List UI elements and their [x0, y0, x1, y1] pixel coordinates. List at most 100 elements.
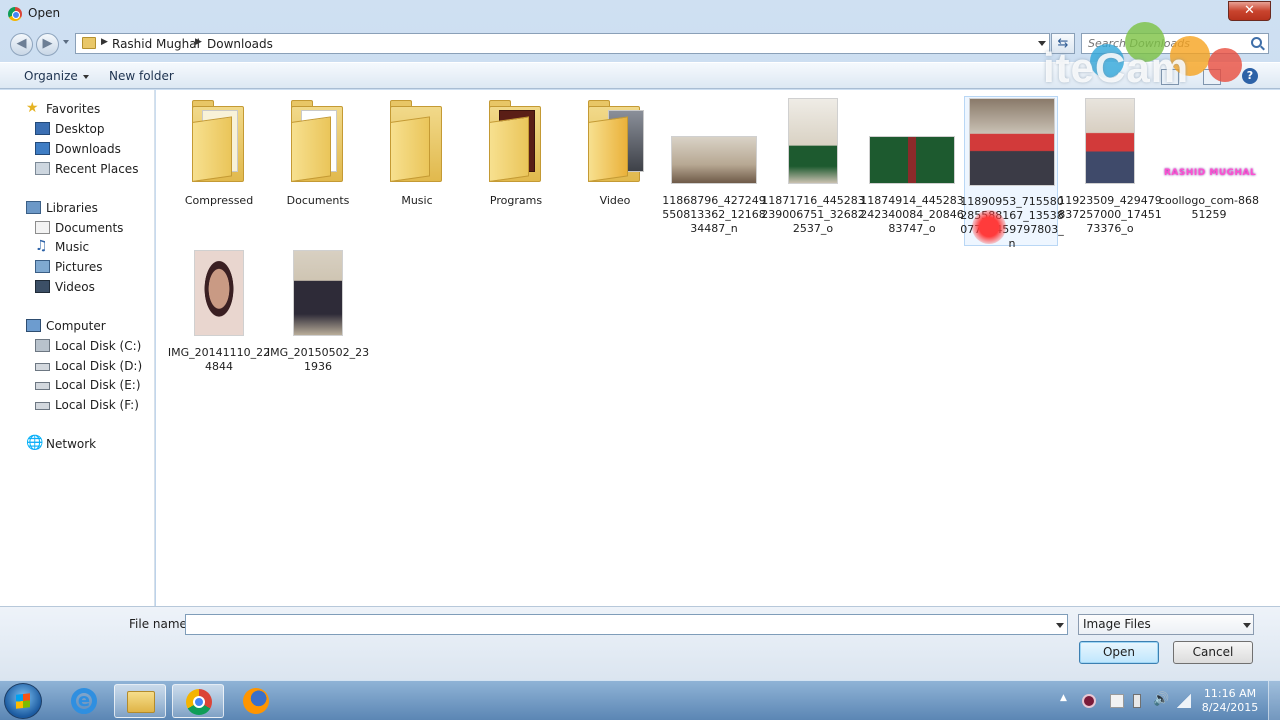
signal-icon[interactable] — [1177, 694, 1191, 708]
recent-locations-dropdown[interactable] — [63, 40, 69, 44]
file-name: Video — [599, 194, 631, 207]
file-item[interactable]: IMG_20150502_231936 — [267, 248, 369, 378]
star-icon: ★ — [26, 100, 39, 116]
nav-label: Downloads — [55, 142, 121, 156]
nav-local-disk-c[interactable]: Local Disk (C:) — [35, 337, 153, 355]
file-item[interactable]: IMG_20141110_224844 — [168, 248, 270, 378]
volume-icon[interactable]: 🔊 — [1153, 692, 1169, 707]
nav-local-disk-d[interactable]: Local Disk (D:) — [35, 357, 153, 375]
file-item[interactable]: 11871716_445283239006751_326822537_o — [761, 96, 865, 235]
nav-downloads[interactable]: Downloads — [35, 140, 153, 158]
nav-pictures[interactable]: Pictures — [35, 258, 153, 276]
drive-icon — [35, 339, 50, 352]
nav-label: Videos — [55, 280, 95, 294]
file-name: Documents — [286, 194, 350, 207]
taskbar-internet-explorer[interactable]: e — [58, 684, 110, 718]
organize-button[interactable]: Organize — [24, 69, 89, 83]
clock-date: 8/24/2015 — [1201, 701, 1259, 714]
action-center-icon[interactable] — [1110, 694, 1124, 708]
title-bar[interactable]: Open ✕ — [0, 0, 1280, 28]
network-icon: 🌐 — [26, 435, 44, 451]
image-thumbnail — [667, 96, 761, 186]
itecam-tray-icon[interactable] — [1082, 694, 1096, 708]
logo-thumbnail: RASHID MUGHAL — [1164, 168, 1257, 178]
file-item[interactable]: Video — [568, 96, 662, 226]
file-item[interactable]: Music — [370, 96, 464, 226]
file-item[interactable]: 11868796_427249550813362_1216834487_n — [662, 96, 766, 235]
nav-desktop[interactable]: Desktop — [35, 120, 153, 138]
breadcrumb-downloads[interactable]: Downloads — [207, 37, 273, 51]
breadcrumb-rashid-mughal[interactable]: Rashid Mughal — [112, 37, 200, 51]
photo-thumbnail — [788, 98, 838, 184]
recent-places-icon — [35, 162, 50, 175]
libraries-icon — [26, 201, 41, 214]
window-title: Open — [28, 6, 61, 20]
photo-thumbnail — [671, 136, 757, 184]
downloads-icon — [35, 142, 50, 155]
file-item[interactable]: Documents — [271, 96, 365, 226]
drive-icon — [35, 402, 50, 410]
folder-icon — [82, 37, 96, 49]
nav-label: Local Disk (C:) — [55, 339, 142, 353]
chevron-right-icon[interactable]: ▶ — [101, 37, 108, 47]
chevron-down-icon — [82, 74, 89, 79]
nav-computer[interactable]: Computer — [26, 317, 154, 335]
nav-videos[interactable]: Videos — [35, 278, 153, 296]
show-desktop-button[interactable] — [1268, 681, 1280, 720]
watermark-text: iteCam — [1043, 44, 1190, 91]
search-icon[interactable] — [1251, 37, 1262, 48]
nav-documents[interactable]: Documents — [35, 219, 153, 237]
show-hidden-icons[interactable]: ▲ — [1060, 693, 1074, 707]
folder-front — [489, 116, 529, 182]
start-button[interactable] — [4, 683, 42, 719]
file-item[interactable]: 11923509_429479837257000_1745173376_o — [1058, 96, 1162, 235]
file-item[interactable]: RASHID MUGHAL coollogo_com-86851259 — [1159, 96, 1259, 226]
file-name-combobox[interactable] — [185, 614, 1068, 635]
file-name: 11874914_445283242340084_2084683747_o — [860, 194, 964, 235]
mouse-cursor-highlight — [972, 210, 1006, 244]
nav-label: Local Disk (F:) — [55, 398, 139, 412]
nav-local-disk-e[interactable]: Local Disk (E:) — [35, 376, 153, 394]
nav-favorites[interactable]: ★ Favorites — [26, 100, 154, 118]
internet-explorer-icon: e — [71, 688, 97, 714]
system-clock[interactable]: 11:16 AM 8/24/2015 — [1200, 687, 1260, 715]
file-name: 11923509_429479837257000_1745173376_o — [1058, 194, 1162, 235]
videos-icon — [35, 280, 50, 293]
music-icon: ♫ — [35, 238, 48, 254]
folder-front — [291, 116, 331, 182]
help-icon[interactable]: ? — [1242, 68, 1258, 84]
nav-network[interactable]: 🌐 Network — [26, 435, 154, 453]
image-thumbnail — [271, 248, 365, 338]
back-button[interactable]: ◀ — [10, 33, 33, 56]
open-button[interactable]: Open — [1079, 641, 1159, 664]
taskbar-firefox[interactable] — [230, 684, 282, 718]
documents-icon — [35, 221, 50, 234]
file-item[interactable]: Compressed — [172, 96, 266, 226]
file-item[interactable]: Programs — [469, 96, 563, 226]
taskbar-chrome[interactable] — [172, 684, 224, 718]
file-name: Compressed — [184, 194, 254, 207]
address-bar[interactable]: ▶ Rashid Mughal ▶ Downloads — [75, 33, 1050, 54]
firefox-icon — [243, 688, 269, 714]
nav-local-disk-f[interactable]: Local Disk (F:) — [35, 396, 153, 414]
file-type-select[interactable]: Image Files — [1078, 614, 1254, 635]
organize-label: Organize — [24, 69, 78, 83]
file-list: Compressed Documents Music Programs Vide… — [156, 90, 1280, 606]
file-item[interactable]: 11874914_445283242340084_2084683747_o — [860, 96, 964, 235]
chevron-down-icon[interactable] — [1056, 623, 1064, 628]
file-name: 11871716_445283239006751_326822537_o — [761, 194, 865, 235]
taskbar: e ▲ 🔊 11:16 AM 8/24/2015 — [0, 680, 1280, 720]
close-button[interactable]: ✕ — [1228, 1, 1271, 21]
forward-button[interactable]: ▶ — [36, 33, 59, 56]
file-name-input[interactable] — [190, 617, 1040, 631]
taskbar-windows-explorer[interactable] — [114, 684, 166, 718]
new-folder-button[interactable]: New folder — [109, 69, 174, 83]
nav-recent-places[interactable]: Recent Places — [35, 160, 153, 178]
photo-thumbnail — [869, 136, 955, 184]
battery-icon[interactable] — [1133, 694, 1141, 708]
nav-music[interactable]: ♫ Music — [35, 238, 153, 256]
chevron-right-icon[interactable]: ▶ — [195, 37, 202, 47]
cancel-button[interactable]: Cancel — [1173, 641, 1253, 664]
nav-libraries[interactable]: Libraries — [26, 199, 154, 217]
watermark-logo — [1208, 48, 1242, 82]
